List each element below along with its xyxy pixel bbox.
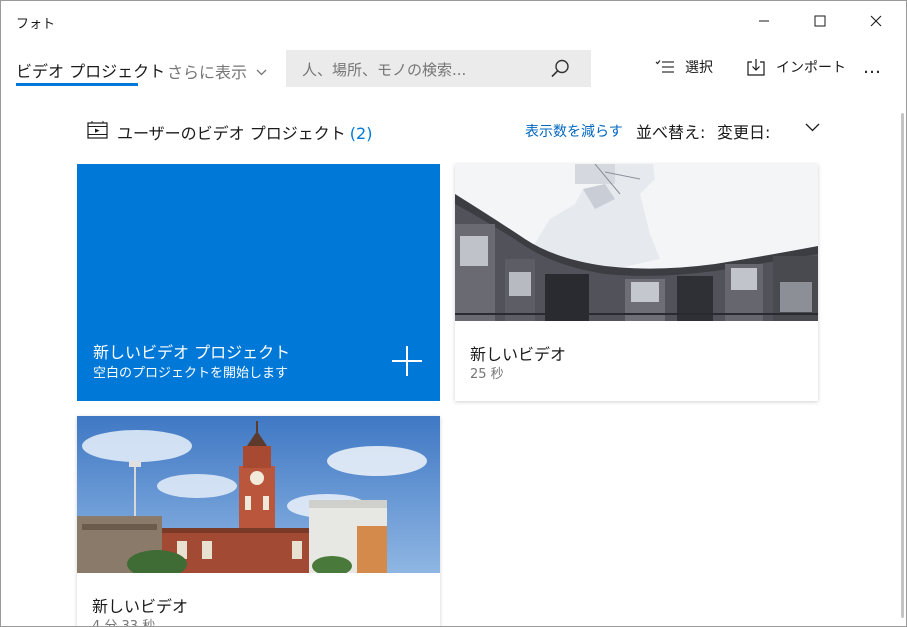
chevron-down-icon[interactable] [805, 123, 820, 132]
select-button[interactable]: 選択 [655, 57, 713, 77]
plus-icon [392, 346, 422, 376]
more-views-label: さらに表示 [167, 63, 248, 82]
app-title: フォト [16, 17, 56, 32]
new-project-subtitle: 空白のプロジェクトを開始します [93, 366, 289, 381]
more-options-button[interactable]: … [863, 57, 883, 78]
project-name: 新しいビデオ [92, 597, 189, 616]
search-input[interactable]: 人、場所、モノの検索... [302, 59, 466, 80]
video-project-icon [87, 121, 108, 139]
clock-tower-thumbnail [77, 416, 440, 573]
new-video-project-tile[interactable]: 新しいビデオ プロジェクト 空白のプロジェクトを開始します [77, 164, 440, 401]
maximize-button[interactable] [792, 1, 848, 41]
new-project-title: 新しいビデオ プロジェクト [93, 343, 291, 362]
project-name: 新しいビデオ [470, 345, 567, 364]
maximize-icon [814, 15, 826, 27]
minimize-icon [759, 20, 769, 22]
select-list-icon [655, 59, 675, 75]
video-project-card[interactable]: 新しいビデオ 25 秒 [455, 164, 818, 401]
import-button[interactable]: インポート [746, 57, 846, 77]
close-icon [870, 15, 882, 27]
search-icon[interactable] [550, 58, 571, 79]
import-icon [746, 58, 766, 76]
show-fewer-link[interactable]: 表示数を減らす [525, 121, 623, 141]
ship-thumbnail [455, 164, 818, 321]
project-duration: 4 分 33 秒 [92, 619, 156, 627]
sort-label: 並べ替え: [636, 123, 706, 142]
section-title: ユーザーのビデオ プロジェクト (2) [117, 120, 372, 144]
vertical-scrollbar[interactable] [901, 113, 904, 618]
close-button[interactable] [848, 1, 904, 41]
minimize-button[interactable] [736, 1, 792, 41]
chevron-down-icon [256, 69, 267, 75]
project-duration: 25 秒 [470, 367, 504, 382]
select-label: 選択 [685, 60, 713, 76]
title-bar: フォト [1, 1, 906, 41]
more-views-dropdown[interactable]: さらに表示 [167, 59, 267, 83]
tab-video-projects[interactable]: ビデオ プロジェクト [16, 58, 165, 82]
project-count: (2) [349, 124, 373, 143]
sort-value[interactable]: 変更日: [717, 119, 770, 143]
search-box[interactable]: 人、場所、モノの検索... [286, 50, 591, 87]
active-tab-indicator [16, 83, 138, 86]
section-title-text: ユーザーのビデオ プロジェクト [117, 124, 346, 143]
import-label: インポート [776, 60, 846, 76]
video-project-card[interactable]: 新しいビデオ 4 分 33 秒 [77, 416, 440, 627]
photos-window: フォト ビデオ プロジェクト さらに表示 人、場所、モノの検索... 選択 イン… [0, 0, 907, 627]
